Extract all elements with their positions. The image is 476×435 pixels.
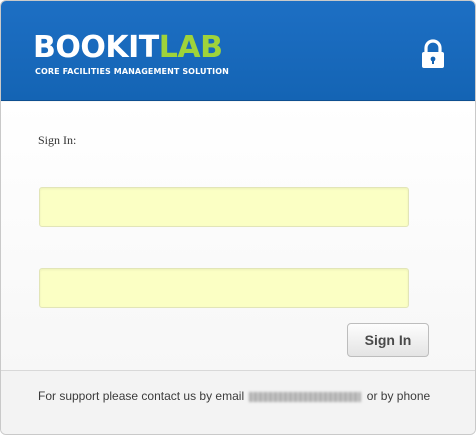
logo: BOOKITLAB: [33, 30, 223, 65]
support-text: For support please contact us by email o…: [38, 389, 430, 403]
sign-in-label: Sign In:: [38, 133, 77, 147]
password-input[interactable]: [39, 268, 409, 308]
lock-icon: [422, 39, 444, 68]
logo-text-primary: BOOKIT: [33, 30, 159, 65]
support-footer: For support please contact us by email o…: [1, 370, 475, 434]
redacted-email: [249, 391, 362, 402]
sign-in-button[interactable]: Sign In: [347, 323, 429, 357]
logo-text-accent: LAB: [158, 30, 223, 65]
support-text-suffix: or by phone: [366, 389, 431, 403]
support-text-prefix: For support please contact us by email: [38, 389, 245, 403]
header-banner: BOOKITLAB CORE FACILITIES MANAGEMENT SOL…: [1, 1, 475, 101]
login-dialog: BOOKITLAB CORE FACILITIES MANAGEMENT SOL…: [0, 0, 476, 435]
username-input[interactable]: [39, 187, 409, 227]
logo-tagline: CORE FACILITIES MANAGEMENT SOLUTION: [35, 67, 229, 76]
